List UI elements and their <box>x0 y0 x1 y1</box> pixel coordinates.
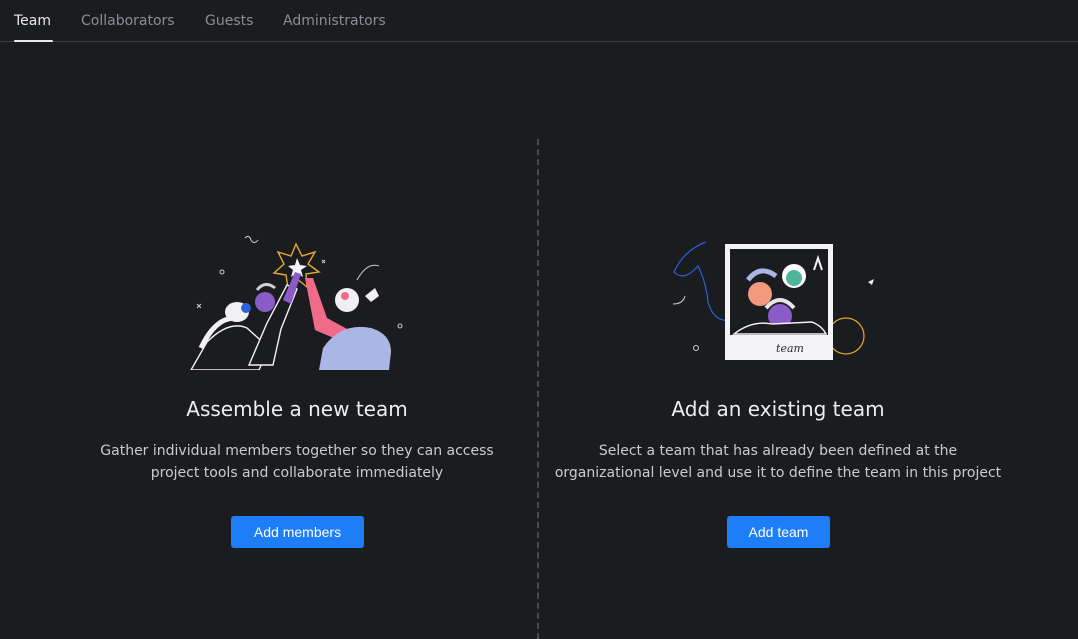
new-team-description: Gather individual members together so th… <box>57 440 537 484</box>
new-team-panel: Assemble a new team Gather individual me… <box>57 230 537 548</box>
photo-caption: team <box>776 342 804 355</box>
high-five-illustration <box>190 235 403 370</box>
new-team-description-line: project tools and collaborate immediatel… <box>150 465 444 481</box>
panel-divider <box>537 139 539 639</box>
tab-team[interactable]: Team <box>14 13 51 29</box>
new-team-description-line: Gather individual members together so th… <box>100 443 494 459</box>
tab-guests[interactable]: Guests <box>205 13 253 29</box>
add-members-button[interactable]: Add members <box>231 516 364 548</box>
existing-team-description-line: Select a team that has already been defi… <box>598 443 958 459</box>
active-tab-indicator <box>14 40 53 42</box>
tab-administrators[interactable]: Administrators <box>283 13 386 29</box>
new-team-title: Assemble a new team <box>186 397 408 421</box>
existing-team-panel: team Add an existing team Select a team … <box>538 230 1018 548</box>
tab-bar: Team Collaborators Guests Administrators <box>0 0 1078 42</box>
existing-team-title: Add an existing team <box>671 397 885 421</box>
existing-team-description: Select a team that has already been defi… <box>538 440 1018 484</box>
existing-team-description-line: organizational level and use it to defin… <box>554 465 1002 481</box>
add-team-button[interactable]: Add team <box>727 516 830 548</box>
tab-collaborators[interactable]: Collaborators <box>81 13 175 29</box>
